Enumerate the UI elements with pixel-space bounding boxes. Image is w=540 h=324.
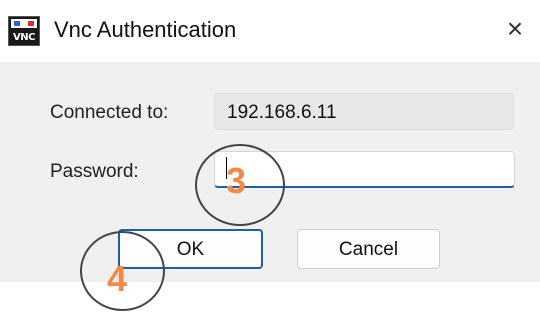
connected-to-label: Connected to: bbox=[50, 102, 169, 123]
close-icon[interactable]: × bbox=[500, 14, 530, 44]
window-title: Vnc Authentication bbox=[54, 17, 237, 42]
step-3-number: 3 bbox=[226, 160, 247, 201]
cancel-button[interactable]: Cancel bbox=[297, 229, 440, 269]
password-label: Password: bbox=[50, 161, 139, 182]
vnc-auth-dialog: VNC Vnc Authentication × Connected to: 1… bbox=[0, 0, 540, 282]
vnc-icon-banner bbox=[11, 19, 37, 28]
vnc-icon-text: VNC bbox=[13, 32, 35, 43]
vnc-app-icon: VNC bbox=[8, 16, 40, 46]
step-4-number: 4 bbox=[107, 258, 128, 299]
title-bar: VNC Vnc Authentication × bbox=[0, 0, 540, 62]
connected-to-field: 192.168.6.11 bbox=[214, 93, 514, 130]
